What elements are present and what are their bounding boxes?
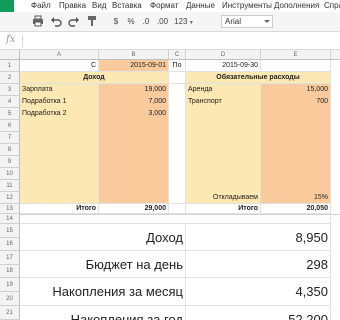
row-header[interactable]: 3 [0, 84, 20, 96]
sheets-logo-icon [0, 0, 14, 12]
cell[interactable] [261, 60, 331, 72]
toolbar: $ % .0 .00 123 ▼ Arial [0, 12, 340, 32]
increase-decimal-button[interactable]: .00 [155, 15, 170, 28]
menu-bar: Файл Правка Вид Вставка Формат Данные Ин… [0, 0, 340, 12]
to-label[interactable]: По [169, 60, 186, 72]
expense-total-label[interactable]: Итого [186, 204, 261, 214]
chevron-down-icon: ▼ [187, 20, 194, 26]
row-header[interactable]: 13 [0, 204, 20, 214]
row-header[interactable]: 15 [0, 224, 20, 238]
summary-value[interactable]: 8,950 [186, 224, 331, 251]
menu-insert[interactable]: Вставка [112, 0, 142, 12]
spacer-column [169, 84, 186, 204]
redo-icon[interactable] [68, 15, 82, 28]
column-header-f[interactable] [331, 50, 340, 60]
save-value[interactable]: 15% [261, 192, 331, 204]
row-header[interactable]: 16 [0, 238, 20, 251]
row-header[interactable]: 6 [0, 120, 20, 132]
save-label[interactable]: Откладываем [186, 192, 261, 204]
menu-file[interactable]: Файл [31, 0, 51, 12]
expense-name[interactable]: Аренда [186, 84, 261, 96]
row-header[interactable]: 2 [0, 72, 20, 84]
menu-data[interactable]: Данные [186, 0, 215, 12]
income-total-value[interactable]: 29,000 [99, 204, 169, 214]
currency-format-button[interactable]: $ [111, 15, 121, 28]
income-value[interactable]: 3,000 [99, 108, 169, 120]
from-label[interactable]: С [20, 60, 99, 72]
formula-bar: fx [0, 32, 340, 50]
formula-input[interactable] [26, 34, 326, 47]
summary-label[interactable]: Бюджет на день [20, 251, 186, 278]
summary-label[interactable]: Накопления за месяц [20, 278, 186, 306]
row-header[interactable]: 11 [0, 180, 20, 192]
row-header[interactable]: 17 [0, 251, 20, 265]
summary-label[interactable]: Доход [20, 224, 186, 251]
income-value[interactable]: 7,000 [99, 96, 169, 108]
paint-format-icon[interactable] [86, 15, 100, 28]
more-formats-button[interactable]: 123 ▼ [173, 15, 195, 28]
font-select-value: Arial [225, 17, 242, 26]
income-value[interactable]: 19,000 [99, 84, 169, 96]
expense-header[interactable]: Обязательные расходы [186, 72, 331, 84]
fx-icon: fx [6, 34, 16, 45]
row-header[interactable]: 14 [0, 214, 20, 224]
column-header-c[interactable]: C [169, 50, 186, 60]
menu-help[interactable]: Спра [324, 0, 340, 12]
expense-value[interactable]: 15,000 [261, 84, 331, 96]
decrease-decimal-button[interactable]: .0 [140, 15, 152, 28]
formula-divider [22, 35, 23, 47]
summary-value[interactable]: 4,350 [186, 278, 331, 306]
row-header[interactable]: 7 [0, 132, 20, 144]
row-header[interactable]: 5 [0, 108, 20, 120]
menu-view[interactable]: Вид [92, 0, 106, 12]
to-date-cell[interactable]: 2015-09-30 [186, 60, 261, 72]
row-header[interactable]: 20 [0, 292, 20, 306]
cell[interactable] [169, 204, 186, 214]
income-name[interactable]: Подработка 2 [20, 108, 99, 120]
income-name[interactable]: Подработка 1 [20, 96, 99, 108]
row-header[interactable]: 4 [0, 96, 20, 108]
summary-label[interactable]: Накопления за год [20, 306, 186, 320]
menu-format[interactable]: Формат [150, 0, 178, 12]
expense-name[interactable]: Транспорт [186, 96, 261, 108]
row-header[interactable]: 21 [0, 306, 20, 320]
print-icon[interactable] [32, 15, 46, 28]
row-header[interactable]: 12 [0, 192, 20, 204]
row-header[interactable]: 19 [0, 278, 20, 292]
spreadsheet-app: { "menu": ["Файл","Правка","Вид","Вставк… [0, 0, 340, 320]
income-header[interactable]: Доход [20, 72, 169, 84]
row-header[interactable]: 8 [0, 144, 20, 156]
expense-total-value[interactable]: 20,050 [261, 204, 331, 214]
font-select[interactable]: Arial [221, 15, 273, 28]
more-formats-label: 123 [174, 17, 188, 26]
blank-row[interactable] [20, 214, 331, 224]
income-total-label[interactable]: Итого [20, 204, 99, 214]
percent-format-button[interactable]: % [126, 15, 136, 28]
row-header[interactable]: 10 [0, 168, 20, 180]
row-header[interactable]: 1 [0, 60, 20, 72]
column-header-a[interactable]: A [20, 50, 99, 60]
expense-value[interactable]: 700 [261, 96, 331, 108]
menu-tools[interactable]: Инструменты [222, 0, 272, 12]
row-header[interactable]: 9 [0, 156, 20, 168]
cell[interactable] [169, 72, 186, 84]
from-date-cell[interactable]: 2015-09-01 [99, 60, 169, 72]
column-header-e[interactable]: E [261, 50, 331, 60]
undo-icon[interactable] [50, 15, 64, 28]
income-name[interactable]: Зарплата [20, 84, 99, 96]
menu-addons[interactable]: Дополнения [274, 0, 319, 12]
row-header[interactable]: 18 [0, 265, 20, 278]
column-header-b[interactable]: B [99, 50, 169, 60]
frozen-divider [20, 214, 340, 215]
summary-value[interactable]: 298 [186, 251, 331, 278]
font-dropdown-arrow-icon [264, 20, 270, 23]
sheet-grid: A B C D E 1 2 3 4 5 6 7 8 9 10 11 12 13 … [0, 50, 340, 320]
summary-value[interactable]: 52,200 [186, 306, 331, 320]
select-all-corner[interactable] [0, 50, 20, 60]
column-header-d[interactable]: D [186, 50, 261, 60]
menu-edit[interactable]: Правка [59, 0, 86, 12]
